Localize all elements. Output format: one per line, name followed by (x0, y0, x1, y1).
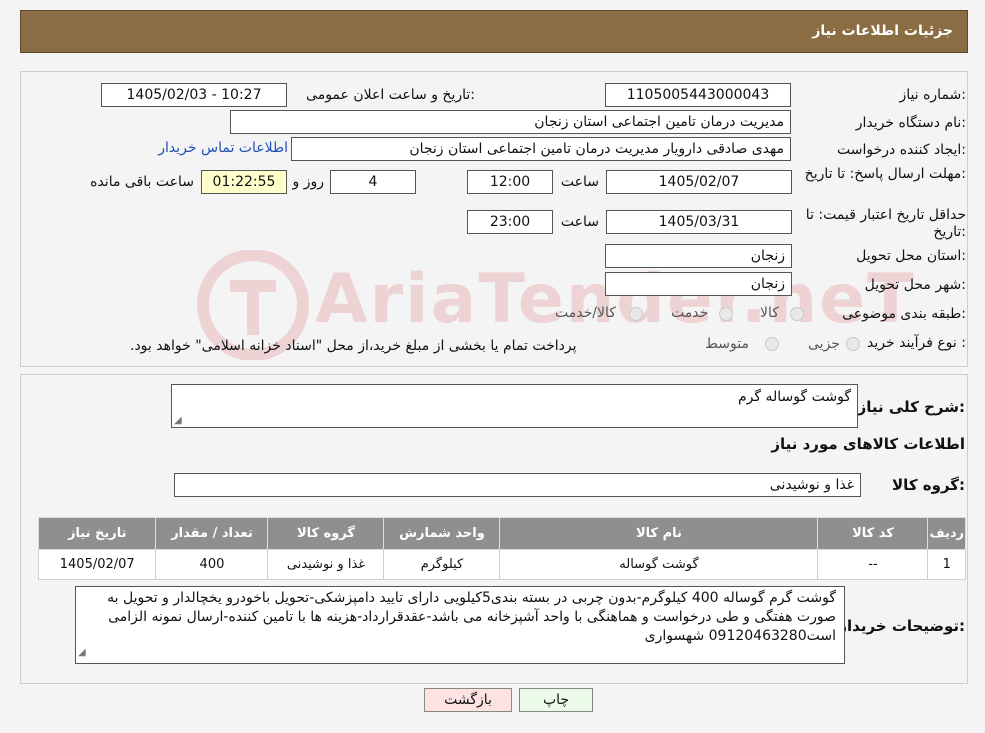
process-label: نوع فرآیند خرید : (867, 335, 966, 351)
announce-field: 1405/02/03 - 10:27 (101, 83, 287, 107)
print-button[interactable]: چاپ (519, 688, 593, 712)
process-option-medium: متوسط (705, 336, 749, 352)
table-header-row: ردیف کد کالا نام کالا واحد شمارش گروه کا… (37, 517, 966, 550)
need-number-label: شماره نیاز: (899, 87, 966, 103)
category-option-goods-service: کالا/خدمت (555, 305, 616, 321)
page-header: جزئیات اطلاعات نیاز (20, 10, 968, 53)
table-row: 1 -- گوشت گوساله کیلوگرم غذا و نوشیدنی 4… (37, 549, 966, 580)
category-label: طبقه بندی موضوعی: (842, 306, 966, 322)
category-radio-service[interactable] (719, 307, 733, 321)
summary-text: گوشت گوساله گرم (738, 389, 851, 405)
category-radio-goods-service[interactable] (629, 307, 643, 321)
summary-field: گوشت گوساله گرم ◢ (171, 384, 858, 428)
process-option-minor: جزیی (808, 336, 840, 352)
deadline-label: مهلت ارسال پاسخ: تا تاریخ: (804, 166, 966, 182)
col-code: کد کالا (817, 517, 929, 550)
cell-date: 1405/02/07 (37, 549, 157, 580)
page-title: جزئیات اطلاعات نیاز (812, 23, 953, 39)
cell-row: 1 (927, 549, 966, 580)
process-radio-minor[interactable] (846, 337, 860, 351)
category-option-goods: کالا (760, 305, 779, 321)
col-group: گروه کالا (267, 517, 385, 550)
announce-label: تاریخ و ساعت اعلان عمومی: (306, 87, 475, 103)
remaining-time-field: 01:22:55 (201, 170, 287, 194)
col-name: نام کالا (499, 517, 819, 550)
buyer-label: نام دستگاه خریدار: (855, 115, 966, 131)
validity-date-field: 1405/03/31 (606, 210, 792, 234)
process-note: پرداخت تمام یا بخشی از مبلغ خرید،از محل … (130, 338, 577, 354)
resize-handle-icon: ◢ (174, 415, 182, 426)
summary-label: شرح کلی نیاز: (857, 398, 965, 416)
cell-group: غذا و نوشیدنی (267, 549, 385, 580)
notes-label: توضیحات خریدار: (838, 617, 965, 635)
col-unit: واحد شمارش (383, 517, 501, 550)
notes-field: گوشت گرم گوساله 400 کیلوگرم-بدون چربی در… (75, 586, 845, 664)
deadline-time-field: 12:00 (467, 170, 553, 194)
back-button[interactable]: بازگشت (424, 688, 512, 712)
remaining-time-label: ساعت باقی مانده (90, 174, 194, 190)
notes-text: گوشت گرم گوساله 400 کیلوگرم-بدون چربی در… (107, 590, 836, 644)
items-section-title: اطلاعات کالاهای مورد نیاز (771, 435, 965, 453)
group-label: گروه کالا: (892, 476, 965, 494)
cell-quantity: 400 (155, 549, 269, 580)
col-row: ردیف (927, 517, 966, 550)
category-radio-goods[interactable] (790, 307, 804, 321)
col-quantity: تعداد / مقدار (155, 517, 269, 550)
cell-code: -- (817, 549, 929, 580)
validity-label: حداقل تاریخ اعتبار قیمت: تا تاریخ: (805, 207, 966, 240)
deadline-date-field: 1405/02/07 (606, 170, 792, 194)
need-number-field: 1105005443000043 (605, 83, 791, 107)
validity-time-label: ساعت (560, 214, 599, 230)
notes-resize-handle-icon: ◢ (78, 647, 86, 658)
city-field: زنجان (605, 272, 792, 296)
buyer-contact-link[interactable]: اطلاعات تماس خریدار (158, 140, 288, 156)
creator-field: مهدی صادقی دارویار مدیریت درمان تامین اج… (291, 137, 791, 161)
cell-name: گوشت گوساله (499, 549, 819, 580)
days-field: 4 (330, 170, 416, 194)
col-date: تاریخ نیاز (37, 517, 157, 550)
group-field: غذا و نوشیدنی (174, 473, 861, 497)
validity-time-field: 23:00 (467, 210, 553, 234)
city-label: شهر محل تحویل: (864, 277, 966, 293)
province-field: زنجان (605, 244, 792, 268)
province-label: استان محل تحویل: (856, 248, 966, 264)
items-table: ردیف کد کالا نام کالا واحد شمارش گروه کا… (37, 517, 966, 580)
cell-unit: کیلوگرم (383, 549, 501, 580)
deadline-time-label: ساعت (560, 174, 599, 190)
process-radio-medium[interactable] (765, 337, 779, 351)
creator-label: ایجاد کننده درخواست: (837, 142, 966, 158)
category-option-service: خدمت (671, 305, 709, 321)
buyer-field: مدیریت درمان تامین اجتماعی استان زنجان (230, 110, 791, 134)
days-label: روز و (292, 174, 325, 190)
